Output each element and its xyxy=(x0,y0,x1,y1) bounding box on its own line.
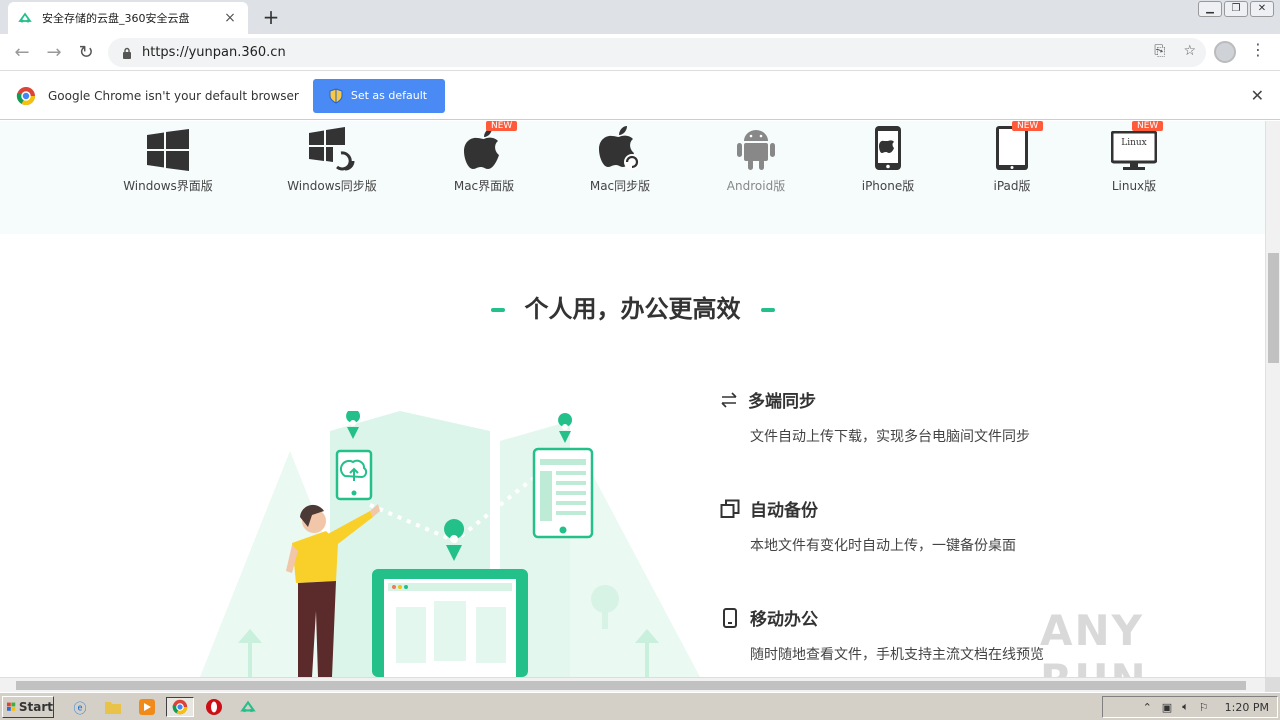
feature-desc: 文件自动上传下载，实现多台电脑间文件同步 xyxy=(750,429,1030,445)
clock[interactable]: 1:20 PM xyxy=(1225,701,1269,714)
chrome-logo-icon xyxy=(16,86,35,105)
section-heading: 个人用，办公更高效 xyxy=(0,289,1265,324)
vertical-scroll-thumb[interactable] xyxy=(1268,253,1279,363)
infobar-message: Google Chrome isn't your default browser xyxy=(48,88,299,103)
feature-title: 移动办公 xyxy=(750,610,818,630)
window-controls: ▁ ❐ ✕ xyxy=(1198,1,1274,17)
feature-title: 自动备份 xyxy=(750,501,818,521)
download-label: Android版 xyxy=(726,179,786,193)
scrollbar-corner xyxy=(1265,677,1280,692)
network-icon[interactable]: ▣ xyxy=(1162,701,1172,714)
sync-arrows-icon xyxy=(721,391,737,408)
restore-button[interactable]: ❐ xyxy=(1224,1,1248,17)
feature-backup: 自动备份 本地文件有变化时自动上传，一键备份桌面 xyxy=(720,496,1090,557)
feature-mobile: 移动办公 随时随地查看文件，手机支持主流文档在线预览 xyxy=(720,605,1090,666)
download-windows-sync[interactable]: Windows同步版 xyxy=(272,121,392,194)
download-ipad[interactable]: NEW iPad版 xyxy=(952,121,1072,194)
anyrun-watermark: ANY RUN xyxy=(1040,606,1146,677)
set-default-button[interactable]: Set as default xyxy=(312,78,446,113)
new-badge: NEW xyxy=(1012,121,1044,131)
download-linux[interactable]: Linux NEW Linux版 xyxy=(1074,121,1194,194)
download-strip: Windows界面版 Windows同步版 NEW Mac界面版 Mac同步版 … xyxy=(0,121,1265,234)
tab-strip: 安全存储的云盘_360安全云盘 × + ▁ ❐ ✕ xyxy=(0,0,1280,34)
new-badge: NEW xyxy=(1132,121,1164,131)
system-tray: ⌃ ▣ 🔈︎ ⚐ 1:20 PM xyxy=(1102,696,1278,718)
lock-icon xyxy=(123,47,131,59)
reload-icon[interactable]: ↻ xyxy=(74,41,98,65)
apple-sync-icon xyxy=(599,126,640,170)
tray-expand-icon[interactable]: ⌃ xyxy=(1143,701,1152,714)
start-label: Start xyxy=(18,700,53,714)
close-window-button[interactable]: ✕ xyxy=(1250,1,1274,17)
windows-sync-icon xyxy=(309,127,355,171)
flag-icon[interactable]: ⚐ xyxy=(1199,701,1209,714)
office-illustration xyxy=(200,409,700,677)
ie-icon[interactable]: ⓔ xyxy=(70,697,90,717)
download-mac[interactable]: NEW Mac界面版 xyxy=(424,121,544,194)
windows-flag-icon xyxy=(7,702,16,711)
media-player-icon[interactable] xyxy=(137,697,157,717)
illustration-svg xyxy=(200,409,700,677)
iphone-icon xyxy=(875,126,901,170)
kebab-menu-icon[interactable]: ⋮ xyxy=(1250,40,1266,59)
android-icon xyxy=(737,130,775,170)
download-label: iPad版 xyxy=(993,179,1031,193)
browser-tab[interactable]: 安全存储的云盘_360安全云盘 × xyxy=(8,2,248,34)
default-browser-infobar: Google Chrome isn't your default browser… xyxy=(0,72,1280,120)
set-default-label: Set as default xyxy=(350,89,428,102)
linux-screen-text: Linux xyxy=(1121,138,1147,148)
feature-desc: 随时随地查看文件，手机支持主流文档在线预览 xyxy=(750,647,1044,663)
windows-icon xyxy=(147,129,189,171)
download-mac-sync[interactable]: Mac同步版 xyxy=(560,121,680,194)
apple-icon xyxy=(464,128,499,169)
chrome-taskbar-icon[interactable] xyxy=(166,697,194,717)
section-title-text: 个人用，办公更高效 xyxy=(524,295,741,323)
folder-icon[interactable] xyxy=(103,697,123,717)
linux-icon: Linux xyxy=(1111,131,1157,170)
title-dash-left xyxy=(490,308,505,312)
ipad-icon xyxy=(996,126,1028,170)
new-tab-button[interactable]: + xyxy=(258,4,284,30)
start-button[interactable]: Start xyxy=(2,696,54,718)
title-dash-right xyxy=(760,308,775,312)
shield-icon xyxy=(329,87,343,104)
feature-sync: 多端同步 文件自动上传下载，实现多台电脑间文件同步 xyxy=(720,387,1090,448)
translate-icon[interactable]: ⎘ xyxy=(1154,43,1165,59)
download-label: Mac同步版 xyxy=(589,179,651,193)
download-label: iPhone版 xyxy=(861,179,915,193)
download-iphone[interactable]: iPhone版 xyxy=(828,121,948,194)
mobile-icon xyxy=(723,607,737,628)
feature-title: 多端同步 xyxy=(748,392,816,412)
forward-arrow-icon[interactable]: → xyxy=(42,41,66,65)
vertical-scrollbar[interactable] xyxy=(1265,121,1280,677)
horizontal-scroll-thumb[interactable] xyxy=(16,681,1246,690)
feature-desc: 本地文件有变化时自动上传，一键备份桌面 xyxy=(750,538,1016,554)
browser-toolbar: ← → ↻ https://yunpan.360.cn ⎘ ☆ ⋮ xyxy=(0,34,1280,71)
download-label: Linux版 xyxy=(1111,179,1157,193)
tab-title: 安全存储的云盘_360安全云盘 xyxy=(42,12,190,25)
page-content: Windows界面版 Windows同步版 NEW Mac界面版 Mac同步版 … xyxy=(0,121,1265,677)
profile-avatar-icon[interactable] xyxy=(1214,41,1236,63)
horizontal-scrollbar[interactable] xyxy=(0,677,1265,692)
url-text: https://yunpan.360.cn xyxy=(142,45,286,60)
download-label: Windows界面版 xyxy=(123,179,213,193)
minimize-button[interactable]: ▁ xyxy=(1198,1,1222,17)
new-badge: NEW xyxy=(486,121,518,131)
download-windows[interactable]: Windows界面版 xyxy=(108,121,228,194)
address-bar[interactable]: https://yunpan.360.cn ⎘ ☆ xyxy=(108,38,1206,67)
opera-icon[interactable] xyxy=(204,697,224,717)
yunpan-taskbar-icon[interactable] xyxy=(238,697,258,717)
download-label: Mac界面版 xyxy=(453,179,515,193)
volume-icon[interactable]: 🔈︎ xyxy=(1182,700,1189,714)
windows-taskbar: Start ⓔ ⌃ ▣ 🔈︎ ⚐ 1:20 PM xyxy=(0,692,1280,720)
tab-close-icon[interactable]: × xyxy=(222,10,238,26)
copy-icon xyxy=(720,499,740,518)
bookmark-star-icon[interactable]: ☆ xyxy=(1183,43,1196,59)
yunpan-favicon-icon xyxy=(18,12,32,23)
infobar-close-icon[interactable]: ✕ xyxy=(1251,86,1264,105)
back-arrow-icon[interactable]: ← xyxy=(10,41,34,65)
download-label: Windows同步版 xyxy=(287,179,377,193)
download-android[interactable]: Android版 xyxy=(696,121,816,194)
